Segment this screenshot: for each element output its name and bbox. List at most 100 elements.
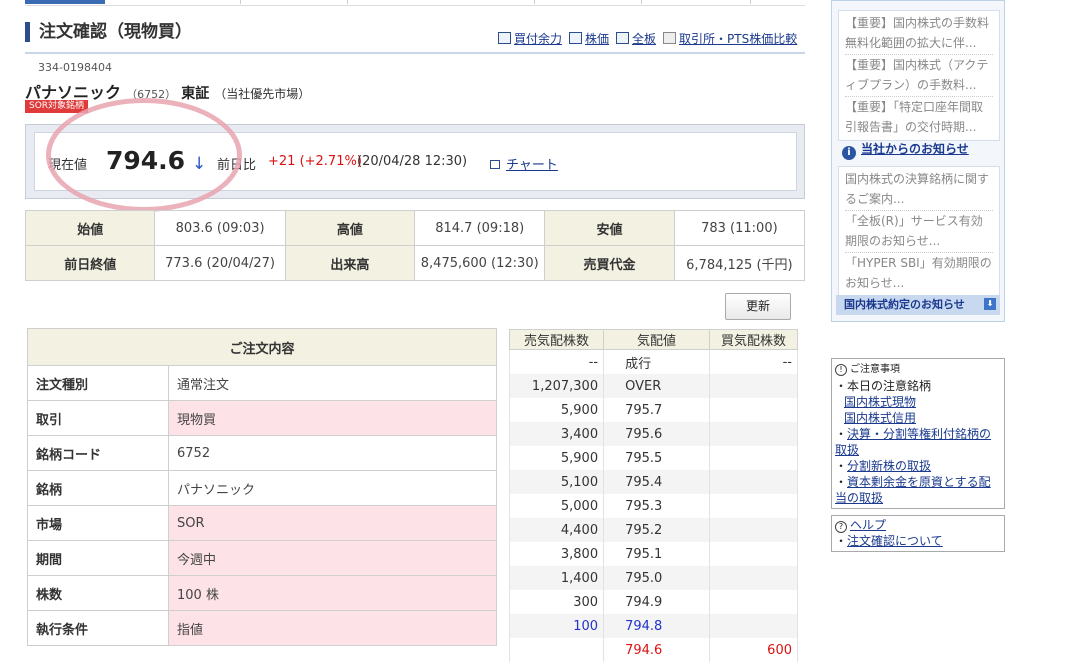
caution-link-margin[interactable]: 国内株式信用 xyxy=(844,411,916,425)
board-price: 成行 xyxy=(603,349,710,374)
caution-link-rights[interactable]: 決算・分割等権利付銘柄の取扱 xyxy=(835,427,991,457)
board-row: 3,800 795.1 xyxy=(508,542,799,566)
quote-row: 前日終値 773.6 (20/04/27) 出来高 8,475,600 (12:30)… xyxy=(24,245,806,281)
board-buy-qty xyxy=(708,470,799,494)
notice-item[interactable]: 国内株式の決算銘柄に関するご案内... xyxy=(845,169,993,211)
exchange-compare-link[interactable]: 取引所・PTS株価比較 xyxy=(679,32,797,46)
info-icon: i xyxy=(842,146,856,160)
board-price: 795.6 xyxy=(603,422,710,446)
page-title: 注文確認（現物買） xyxy=(25,22,192,42)
board-header-sell: 売気配株数 xyxy=(508,329,605,350)
board-row: 4,400 795.2 xyxy=(508,518,799,542)
board-row: 300 794.9 xyxy=(508,590,799,614)
board-sell-qty: 100 xyxy=(508,614,605,638)
today-caution-label: ・本日の注意銘柄 xyxy=(835,379,932,393)
caution-link-dividend[interactable]: 資本剰余金を原資とする配当の取扱 xyxy=(835,475,991,505)
order-field-value: 現物買 xyxy=(168,400,497,436)
order-field-value: SOR xyxy=(168,505,497,541)
news-item[interactable]: 【重要】「特定口座年間取引報告書」の交付時期... xyxy=(845,97,993,138)
stock-price-link[interactable]: 株価 xyxy=(585,32,609,46)
order-field-value: 今週中 xyxy=(168,540,497,576)
top-tab-strip xyxy=(25,0,805,6)
popup-icon xyxy=(490,160,500,169)
caution-link-cash[interactable]: 国内株式現物 xyxy=(844,395,916,409)
window-icon xyxy=(663,32,677,44)
board-buy-qty: -- xyxy=(708,349,799,374)
order-field-label: 取引 xyxy=(27,400,169,436)
news-item[interactable]: 【重要】国内株式の手数料無料化範囲の拡大に伴... xyxy=(845,13,993,55)
order-board: 売気配株数 気配値 買気配株数 -- 成行 -- 1,207,300 OVER 5,900… xyxy=(508,329,799,662)
full-board-link[interactable]: 全板 xyxy=(632,32,656,46)
board-buy-qty xyxy=(708,494,799,518)
order-row: 注文種別 通常注文 xyxy=(27,365,497,401)
board-buy-qty xyxy=(708,422,799,446)
board-price: 794.9 xyxy=(603,590,710,614)
order-field-value: パナソニック xyxy=(168,470,497,506)
quote-label: 高値 xyxy=(284,210,416,246)
refresh-button[interactable]: 更新 xyxy=(725,293,791,320)
order-field-label: 市場 xyxy=(27,505,169,541)
buying-power-link[interactable]: 買付余力 xyxy=(514,32,562,46)
board-row: 3,400 795.6 xyxy=(508,422,799,446)
news-item[interactable]: 【重要】国内株式（アクティブプラン）の手数料... xyxy=(845,55,993,97)
order-field-label: 銘柄 xyxy=(27,470,169,506)
download-icon[interactable]: ⬇ xyxy=(984,298,996,310)
order-row: 株数 100 株 xyxy=(27,575,497,611)
board-row: 5,000 795.3 xyxy=(508,494,799,518)
order-field-value: 6752 xyxy=(168,435,497,471)
board-buy-qty xyxy=(708,374,799,398)
board-buy-qty xyxy=(708,398,799,422)
board-price: 795.0 xyxy=(603,566,710,590)
notice-heading: i 当社からのお知らせ xyxy=(842,140,969,160)
quote-value: 773.6 (20/04/27) xyxy=(154,245,286,281)
quote-value: 6,784,125 (千円) xyxy=(673,245,806,281)
board-row: 5,900 795.5 xyxy=(508,446,799,470)
execution-notice-bar[interactable]: 国内株式約定のお知らせ ⬇ xyxy=(836,295,1000,315)
price-change: +21 (+2.71%) xyxy=(268,154,362,169)
board-sell-qty: 3,800 xyxy=(508,542,605,566)
board-price: 794.6 xyxy=(603,638,710,662)
stock-price-icon xyxy=(569,32,583,44)
board-sell-qty: 4,400 xyxy=(508,518,605,542)
quote-value: 8,475,600 (12:30) xyxy=(414,245,546,281)
order-field-label: 期間 xyxy=(27,540,169,576)
order-row: 市場 SOR xyxy=(27,505,497,541)
board-row: 794.6 600 xyxy=(508,638,799,662)
tab-divider xyxy=(641,0,642,4)
caution-icon: ! xyxy=(835,364,847,376)
board-price: 795.1 xyxy=(603,542,710,566)
help-link[interactable]: ヘルプ xyxy=(850,518,886,532)
help-order-confirm-link[interactable]: 注文確認について xyxy=(847,534,943,548)
order-row: 取引 現物買 xyxy=(27,400,497,436)
board-price: 795.3 xyxy=(603,494,710,518)
tab-divider xyxy=(750,0,751,4)
exchange-note: （当社優先市場） xyxy=(214,87,311,101)
board-price: OVER xyxy=(603,374,710,398)
quote-label: 売買代金 xyxy=(544,245,675,281)
quote-label: 前日終値 xyxy=(24,245,156,281)
board-buy-qty xyxy=(708,542,799,566)
tab-divider xyxy=(534,0,535,4)
notice-item[interactable]: 「全板(R)」サービス有効期限のお知らせ... xyxy=(845,211,993,253)
board-row: -- 成行 -- xyxy=(508,349,799,374)
board-sell-qty: 300 xyxy=(508,590,605,614)
notice-item[interactable]: 「HYPER SBI」有効期限のお知らせ... xyxy=(845,253,993,294)
quote-value: 783 (11:00) xyxy=(673,210,806,246)
caution-link-split[interactable]: 分割新株の取扱 xyxy=(847,459,931,473)
highlight-circle xyxy=(46,98,242,212)
tab-divider xyxy=(240,0,241,4)
calculator-icon xyxy=(498,32,511,44)
board-price: 794.8 xyxy=(603,614,710,638)
notice-list: 国内株式の決算銘柄に関するご案内... 「全板(R)」サービス有効期限のお知らせ… xyxy=(838,166,1000,297)
order-field-value: 100 株 xyxy=(168,575,497,611)
notice-heading-link[interactable]: 当社からのお知らせ xyxy=(861,142,969,156)
quote-label: 始値 xyxy=(24,210,156,246)
quote-label: 安値 xyxy=(544,210,675,246)
board-sell-qty: -- xyxy=(508,349,605,374)
board-row: 1,400 795.0 xyxy=(508,566,799,590)
quote-value: 814.7 (09:18) xyxy=(414,210,546,246)
quote-value: 803.6 (09:03) xyxy=(154,210,286,246)
board-price: 795.2 xyxy=(603,518,710,542)
board-sell-qty: 5,000 xyxy=(508,494,605,518)
chart-link[interactable]: チャート xyxy=(506,158,558,173)
